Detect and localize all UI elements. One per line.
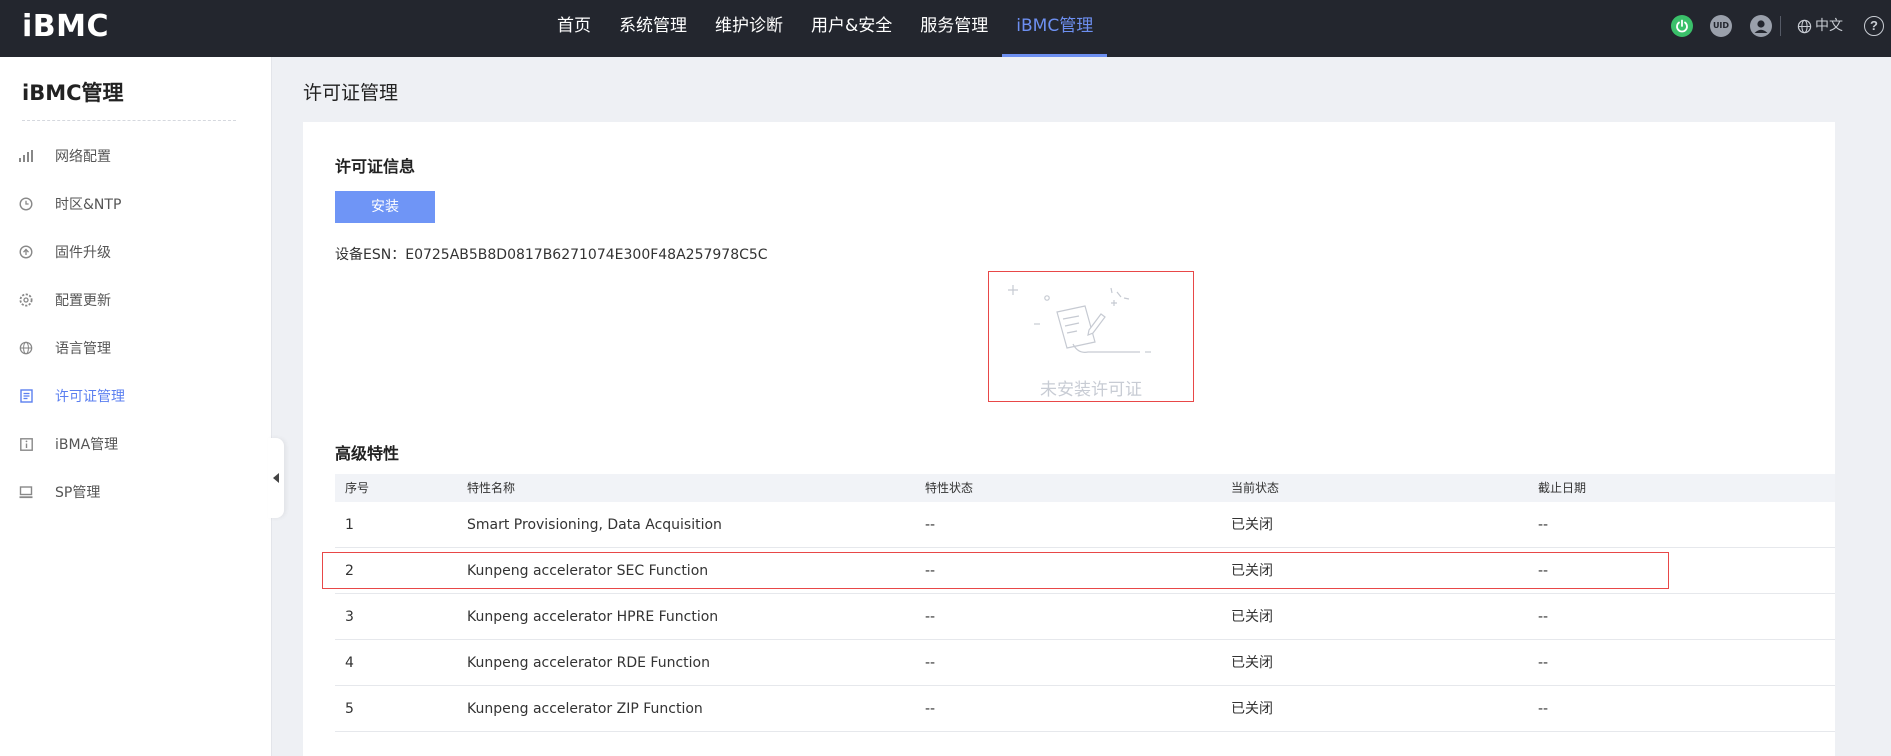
help-icon[interactable]: ? (1864, 16, 1884, 36)
sidebar-item-sp[interactable]: SP管理 (0, 472, 272, 512)
cell-feature-name: Kunpeng accelerator SEC Function (467, 563, 709, 579)
upload-icon (18, 244, 34, 260)
column-header: 序号 (345, 481, 370, 495)
column-header: 特性状态 (925, 481, 974, 495)
sidebar-item-label: iBMA管理 (55, 437, 119, 453)
cell-index: 3 (345, 609, 354, 625)
document-icon (18, 388, 34, 404)
install-button[interactable]: 安装 (335, 191, 435, 223)
nav-system[interactable]: 系统管理 (605, 0, 701, 57)
sidebar-item-label: 配置更新 (55, 293, 111, 309)
device-esn: 设备ESN：E0725AB5B8D0817B6271074E300F48A257… (335, 244, 768, 264)
cell-current-status: 已关闭 (1231, 517, 1273, 533)
sidebar-item-timezone[interactable]: 时区&NTP (0, 184, 272, 224)
globe-icon (1797, 19, 1812, 33)
cell-feature-status: -- (925, 609, 936, 625)
language-label: 中文 (1815, 18, 1843, 34)
cell-expiry-date: -- (1538, 563, 1549, 579)
top-bar: iBMC 首页 系统管理 维护诊断 用户&安全 服务管理 iBMC管理 UID … (0, 0, 1891, 57)
cell-current-status: 已关闭 (1231, 701, 1273, 717)
features-table: 序号 特性名称 特性状态 当前状态 截止日期 1 Smart Provision… (335, 474, 1835, 732)
cell-index: 2 (345, 563, 354, 579)
cell-feature-status: -- (925, 701, 936, 717)
sidebar-item-label: SP管理 (55, 485, 101, 501)
language-switch[interactable]: 中文 (1797, 15, 1843, 37)
cell-expiry-date: -- (1538, 701, 1549, 717)
header-divider (1780, 16, 1781, 36)
no-license-illustration-icon (1008, 285, 1151, 353)
sidebar-collapse-toggle[interactable] (268, 438, 284, 518)
column-header: 当前状态 (1231, 481, 1280, 495)
page-title: 许可证管理 (303, 82, 399, 104)
sidebar-item-label: 固件升级 (55, 245, 111, 261)
cell-index: 1 (345, 517, 354, 533)
user-icon[interactable] (1750, 15, 1772, 37)
table-row: 1 Smart Provisioning, Data Acquisition -… (335, 502, 1835, 548)
sidebar-item-firmware[interactable]: 固件升级 (0, 232, 272, 272)
sidebar-title: iBMC管理 (22, 81, 124, 105)
cell-expiry-date: -- (1538, 655, 1549, 671)
table-row: 4 Kunpeng accelerator RDE Function -- 已关… (335, 640, 1835, 686)
nav-user-security[interactable]: 用户&安全 (797, 0, 906, 57)
app-logo[interactable]: iBMC (22, 9, 109, 44)
nav-maintenance[interactable]: 维护诊断 (701, 0, 797, 57)
cell-current-status: 已关闭 (1231, 563, 1273, 579)
cell-expiry-date: -- (1538, 517, 1549, 533)
sidebar: iBMC管理 网络配置 时区&NTP 固件升级 配置更新 语言管理 许可证管理 … (0, 57, 272, 756)
empty-license-state: 未安装许可证 (988, 271, 1194, 402)
cell-feature-status: -- (925, 517, 936, 533)
cell-index: 4 (345, 655, 354, 671)
table-row: 2 Kunpeng accelerator SEC Function -- 已关… (335, 548, 1835, 594)
column-header: 特性名称 (467, 481, 516, 495)
license-card: 许可证信息 安装 设备ESN：E0725AB5B8D0817B6271074E3… (303, 122, 1835, 756)
sidebar-item-language[interactable]: 语言管理 (0, 328, 272, 368)
sidebar-item-label: 时区&NTP (55, 197, 122, 213)
cell-current-status: 已关闭 (1231, 655, 1273, 671)
sidebar-item-label: 许可证管理 (55, 389, 125, 405)
info-icon (18, 436, 34, 452)
license-info-title: 许可证信息 (335, 157, 416, 176)
sidebar-item-label: 网络配置 (55, 149, 111, 165)
esn-value: E0725AB5B8D0817B6271074E300F48A257978C5C (405, 247, 768, 263)
globe-icon (18, 340, 34, 356)
empty-license-text: 未安装许可证 (1040, 380, 1142, 400)
cell-feature-name: Smart Provisioning, Data Acquisition (467, 517, 722, 533)
column-header: 截止日期 (1538, 481, 1587, 495)
clock-icon (18, 196, 34, 212)
bar-chart-icon (18, 148, 34, 164)
uid-icon[interactable]: UID (1710, 15, 1732, 37)
sidebar-item-network[interactable]: 网络配置 (0, 136, 272, 176)
table-header: 序号 特性名称 特性状态 当前状态 截止日期 (335, 474, 1835, 502)
nav-ibmc[interactable]: iBMC管理 (1002, 0, 1108, 57)
sidebar-divider (22, 120, 236, 121)
sidebar-item-label: 语言管理 (55, 341, 111, 357)
sidebar-item-ibma[interactable]: iBMA管理 (0, 424, 272, 464)
cell-feature-name: Kunpeng accelerator HPRE Function (467, 609, 719, 625)
cell-feature-name: Kunpeng accelerator RDE Function (467, 655, 710, 671)
gear-icon (18, 292, 34, 308)
main-nav: 首页 系统管理 维护诊断 用户&安全 服务管理 iBMC管理 (543, 0, 1108, 57)
table-row: 3 Kunpeng accelerator HPRE Function -- 已… (335, 594, 1835, 640)
sidebar-item-license[interactable]: 许可证管理 (0, 376, 272, 416)
features-title: 高级特性 (335, 444, 400, 463)
nav-services[interactable]: 服务管理 (906, 0, 1002, 57)
cell-index: 5 (345, 701, 354, 717)
sidebar-item-config-update[interactable]: 配置更新 (0, 280, 272, 320)
monitor-icon (18, 484, 34, 500)
nav-home[interactable]: 首页 (543, 0, 605, 57)
cell-expiry-date: -- (1538, 609, 1549, 625)
cell-current-status: 已关闭 (1231, 609, 1273, 625)
cell-feature-status: -- (925, 655, 936, 671)
cell-feature-status: -- (925, 563, 936, 579)
table-row: 5 Kunpeng accelerator ZIP Function -- 已关… (335, 686, 1835, 732)
power-icon[interactable] (1671, 15, 1693, 37)
cell-feature-name: Kunpeng accelerator ZIP Function (467, 701, 703, 717)
esn-label: 设备ESN： (335, 247, 406, 263)
